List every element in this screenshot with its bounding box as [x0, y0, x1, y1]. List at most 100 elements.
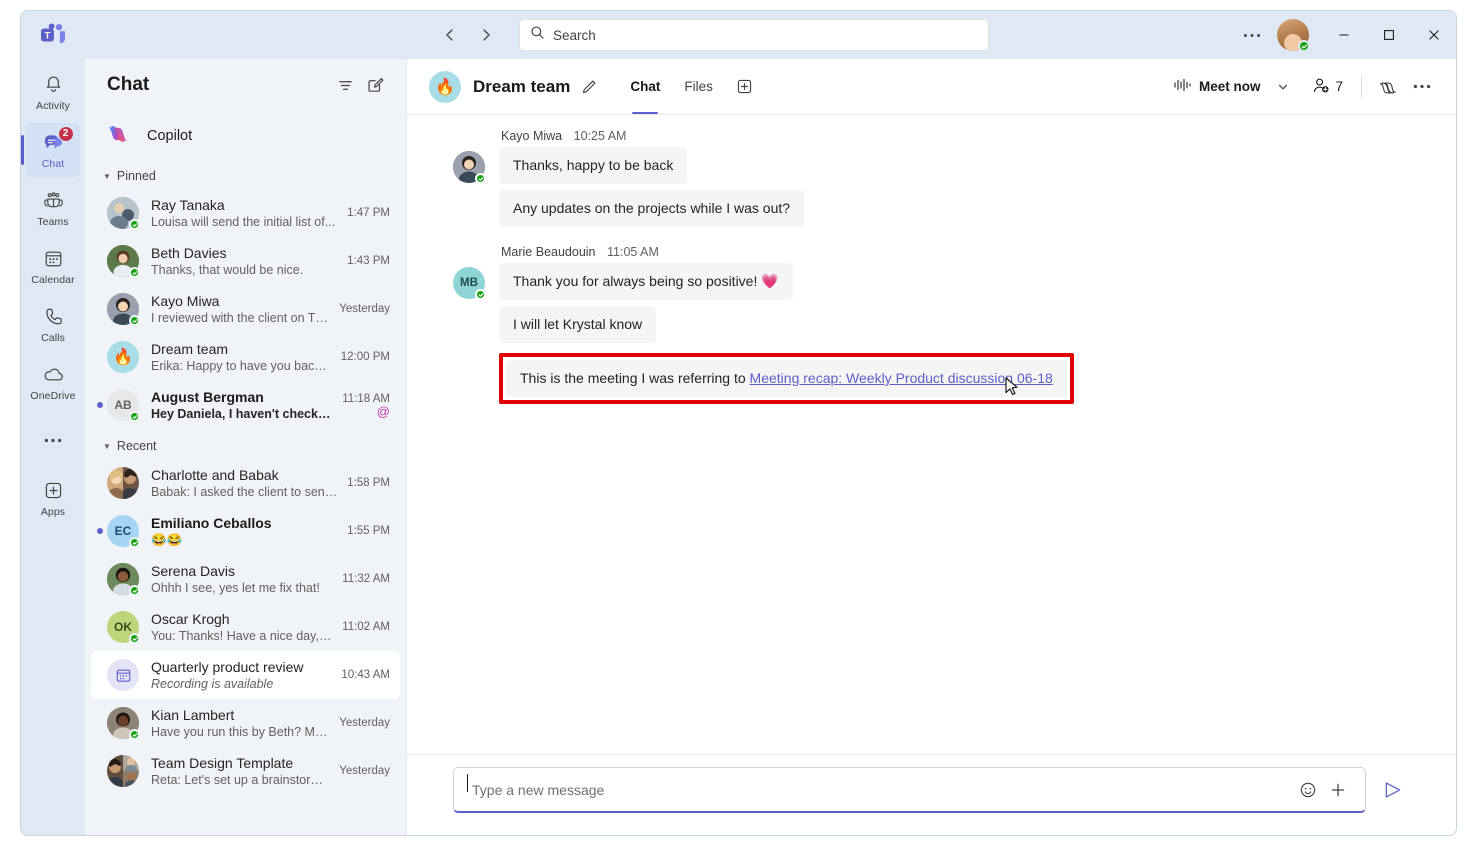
chat-item-preview: Reta: Let's set up a brainstormi...: [151, 772, 332, 787]
compose-icon[interactable]: [360, 70, 390, 100]
add-attachment-icon[interactable]: [1323, 775, 1353, 805]
message-sender: Kayo Miwa: [501, 129, 563, 143]
chat-list-item-kayo-miwa[interactable]: Kayo Miwa I reviewed with the client on …: [91, 285, 400, 333]
chat-list-item-beth-davies[interactable]: Beth Davies Thanks, that would be nice. …: [91, 237, 400, 285]
chat-list-item-charlotte-and-babak[interactable]: Charlotte and Babak Babak: I asked the c…: [91, 459, 400, 507]
message-input[interactable]: Type a new message: [453, 767, 1366, 813]
phone-icon: [43, 305, 64, 329]
user-avatar[interactable]: [1277, 19, 1310, 52]
avatar: OK: [107, 611, 140, 644]
chat-list-item-oscar-krogh[interactable]: OK Oscar Krogh You: Thanks! Have a nice …: [91, 603, 400, 651]
tab-chat[interactable]: Chat: [618, 59, 672, 114]
message-bubble-with-link[interactable]: This is the meeting I was referring to M…: [506, 360, 1067, 397]
back-button[interactable]: [435, 20, 465, 50]
avatar: [107, 707, 140, 740]
presence-available-icon: [129, 537, 140, 548]
chat-item-time: 12:00 PM: [340, 351, 390, 363]
conversation-avatar: 🔥: [429, 70, 461, 103]
chat-list-scroll[interactable]: Copilot ▼ Pinned Ray Tanaka Louisa will …: [85, 111, 406, 835]
message-list[interactable]: Kayo Miwa 10:25 AM Thanks, happy to be b…: [407, 115, 1456, 754]
chat-list-item-copilot[interactable]: Copilot: [91, 113, 400, 159]
maximize-button[interactable]: [1366, 11, 1411, 59]
message-bubble-row: This is the meeting I was referring to M…: [499, 349, 1410, 404]
message-input-placeholder: Type a new message: [472, 781, 605, 798]
meet-now-button[interactable]: Meet now: [1165, 72, 1269, 101]
chat-item-time: 1:47 PM: [347, 207, 390, 219]
teams-window: T Search Activity 2 Chat Teams Calendar …: [20, 10, 1457, 836]
chat-item-time: 10:43 AM: [341, 669, 390, 681]
meeting-recap-link[interactable]: Meeting recap: Weekly Product discussion…: [750, 370, 1053, 386]
chat-item-time: 1:43 PM: [347, 255, 390, 267]
message-bubble[interactable]: I will let Krystal know: [499, 306, 657, 343]
avatar: MB: [453, 267, 486, 300]
send-button[interactable]: [1376, 773, 1410, 807]
rail-item-onedrive[interactable]: OneDrive: [26, 355, 80, 409]
emoji-icon[interactable]: [1293, 775, 1323, 805]
rail-label-calls: Calls: [41, 331, 65, 344]
message-bubble[interactable]: Thanks, happy to be back: [499, 147, 688, 184]
chat-item-time: Yesterday: [339, 765, 390, 777]
mention-icon: @: [376, 403, 390, 419]
filter-icon[interactable]: [330, 70, 360, 100]
rail-label-calendar: Calendar: [31, 273, 75, 286]
message-sender: Marie Beaudouin: [501, 245, 596, 259]
chat-item-preview: Erika: Happy to have you back,...: [151, 358, 333, 373]
message-bubble[interactable]: Any updates on the projects while I was …: [499, 190, 805, 227]
rail-item-activity[interactable]: Activity: [26, 65, 80, 119]
tab-files[interactable]: Files: [672, 59, 725, 114]
rail-item-chat[interactable]: 2 Chat: [21, 123, 80, 177]
chat-item-preview: Have you run this by Beth? Mak...: [151, 724, 332, 739]
chat-list-item-ray-tanaka[interactable]: Ray Tanaka Louisa will send the initial …: [91, 189, 400, 237]
message-bubble-row: Thanks, happy to be back: [499, 147, 1410, 190]
rail-label-teams: Teams: [37, 215, 69, 228]
rail-item-calendar[interactable]: Calendar: [26, 239, 80, 293]
avatar: 🔥: [107, 341, 139, 373]
chat-list-item-serena-davis[interactable]: Serena Davis Ohhh I see, yes let me fix …: [91, 555, 400, 603]
message-input-placeholder-wrap: Type a new message: [467, 773, 1293, 798]
chat-list-item-team-design-template[interactable]: Team Design Template Reta: Let's set up …: [91, 747, 400, 795]
people-count-button[interactable]: 7: [1304, 72, 1351, 102]
rail-item-more[interactable]: [26, 413, 80, 467]
avatar: [107, 755, 139, 787]
chat-list-item-august-bergman[interactable]: AB August Bergman Hey Daniela, I haven't…: [91, 381, 400, 429]
conversation-title: Dream team: [473, 76, 571, 96]
chat-list-item-kian-lambert[interactable]: Kian Lambert Have you run this by Beth? …: [91, 699, 400, 747]
group-header-pinned[interactable]: ▼ Pinned: [91, 159, 400, 189]
close-button[interactable]: [1411, 11, 1456, 59]
message-bubble[interactable]: Thank you for always being so positive! …: [499, 263, 793, 300]
titlebar-right: [1233, 11, 1456, 59]
avatar: [107, 293, 140, 326]
more-options-icon[interactable]: [1406, 72, 1438, 102]
presence-available-icon: [475, 173, 486, 184]
chat-item-name: Oscar Krogh: [151, 610, 230, 627]
chat-item-name: Emiliano Ceballos: [151, 514, 272, 531]
teams-people-icon: [42, 189, 65, 213]
minimize-button[interactable]: [1321, 11, 1366, 59]
chat-unread-badge: 2: [57, 125, 74, 142]
message-avatar-column: MB: [453, 245, 499, 404]
chat-list-item-emiliano-ceballos[interactable]: EC Emiliano Ceballos 😂😂 1:55 PM: [91, 507, 400, 555]
chat-item-time: Yesterday: [339, 303, 390, 315]
chat-list-item-quarterly-product-review[interactable]: Quarterly product review Recording is av…: [91, 651, 400, 699]
forward-button[interactable]: [471, 20, 501, 50]
rail-item-apps[interactable]: Apps: [26, 471, 80, 525]
rail-item-calls[interactable]: Calls: [26, 297, 80, 351]
presence-available-icon: [129, 729, 140, 740]
message-content-column: Kayo Miwa 10:25 AM Thanks, happy to be b…: [499, 129, 1410, 233]
app-rail: Activity 2 Chat Teams Calendar Calls One…: [21, 59, 85, 835]
add-tab-icon[interactable]: [731, 73, 759, 101]
group-header-recent[interactable]: ▼ Recent: [91, 429, 400, 459]
settings-more-button[interactable]: [1233, 19, 1271, 51]
search-input[interactable]: Search: [519, 19, 989, 51]
chat-list-item-dream-team[interactable]: 🔥 Dream team Erika: Happy to have you ba…: [91, 333, 400, 381]
meet-now-dropdown-icon[interactable]: [1270, 73, 1296, 101]
avatar: [107, 245, 140, 278]
edit-pencil-icon[interactable]: [576, 74, 602, 100]
chat-item-preview: Louisa will send the initial list of...: [151, 214, 336, 229]
tab-chat-label: Chat: [630, 79, 661, 94]
chat-item-name: Beth Davies: [151, 244, 227, 261]
copilot-icon[interactable]: [1372, 72, 1404, 102]
rail-item-teams[interactable]: Teams: [26, 181, 80, 235]
chat-item-preview: Recording is available: [151, 676, 274, 691]
message-meta: Marie Beaudouin 11:05 AM: [499, 245, 1410, 259]
